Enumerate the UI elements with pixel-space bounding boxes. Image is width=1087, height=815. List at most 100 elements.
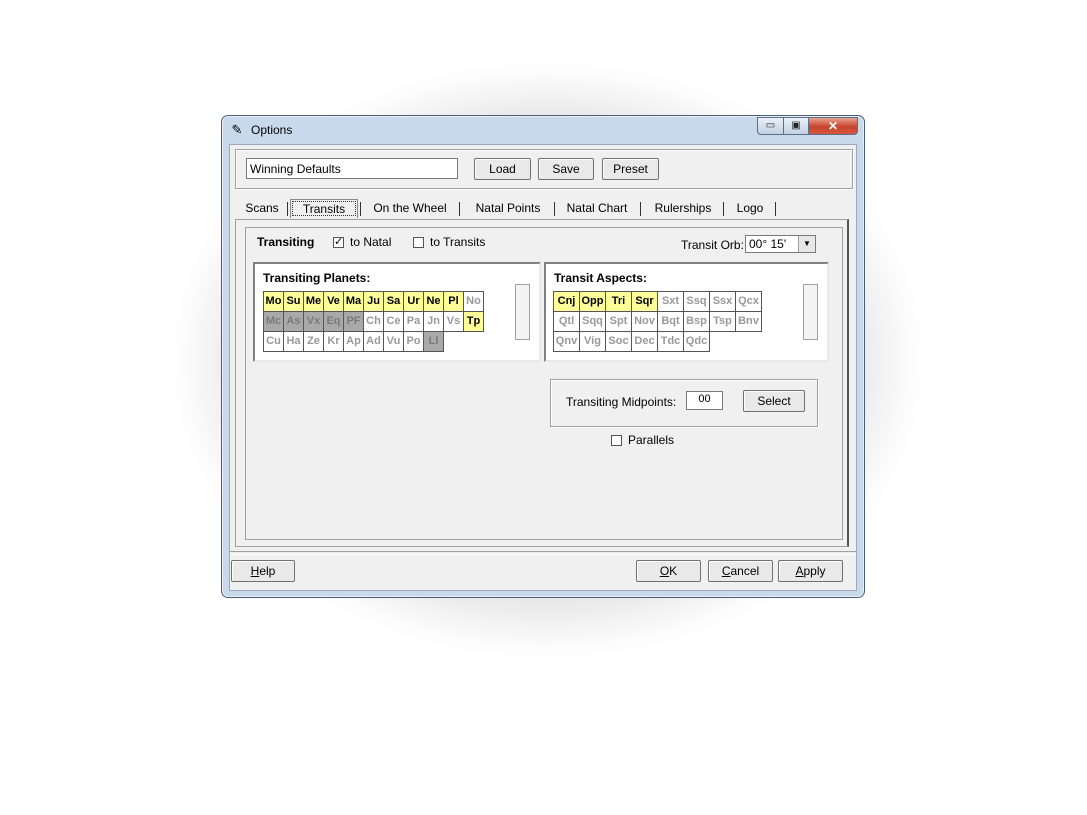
aspect-toggle-ssx[interactable]: Ssx	[709, 291, 736, 312]
tab-natal-points[interactable]: Natal Points	[469, 199, 547, 217]
planet-toggle-su[interactable]: Su	[283, 291, 304, 312]
to-natal-label[interactable]: to Natal	[350, 235, 391, 249]
aspect-toggle-opp[interactable]: Opp	[579, 291, 606, 312]
tab-separator	[554, 202, 555, 216]
apply-label: pply	[803, 564, 826, 578]
planet-toggle-ze[interactable]: Ze	[303, 331, 324, 352]
aspect-toggle-spt[interactable]: Spt	[605, 311, 632, 332]
planet-toggle-po[interactable]: Po	[403, 331, 424, 352]
aspect-toggle-cnj[interactable]: Cnj	[553, 291, 580, 312]
planet-toggle-jn[interactable]: Jn	[423, 311, 444, 332]
aspect-toggle-sqq[interactable]: Sqq	[579, 311, 606, 332]
tab-strip: Scans Transits On the Wheel Natal Points…	[243, 199, 843, 219]
planet-toggle-ch[interactable]: Ch	[363, 311, 384, 332]
maximize-icon: ▣	[791, 120, 801, 131]
aspect-toggle-qdc[interactable]: Qdc	[683, 331, 710, 352]
transiting-midpoints-input[interactable]: 00	[686, 391, 723, 410]
planet-toggle-kr[interactable]: Kr	[323, 331, 344, 352]
transiting-label: Transiting	[257, 235, 315, 249]
load-button[interactable]: Load	[474, 158, 531, 180]
aspect-toggle-bsp[interactable]: Bsp	[683, 311, 710, 332]
planet-toggle-as[interactable]: As	[283, 311, 304, 332]
aspect-toggle-tri[interactable]: Tri	[605, 291, 632, 312]
options-window: ✎ Options ▭ ▣ ✕ Load Save Preset Scans T…	[221, 115, 865, 598]
planet-toggle-tp[interactable]: Tp	[463, 311, 484, 332]
tab-rulerships[interactable]: Rulerships	[648, 199, 718, 217]
planet-toggle-cu[interactable]: Cu	[263, 331, 284, 352]
preset-button[interactable]: Preset	[602, 158, 659, 180]
tab-transits[interactable]: Transits	[290, 199, 358, 218]
aspect-toggle-tsp[interactable]: Tsp	[709, 311, 736, 332]
window-title: Options	[251, 123, 293, 137]
select-midpoints-button[interactable]: Select	[743, 390, 805, 412]
footer-divider	[230, 551, 856, 555]
aspect-toggle-qtl[interactable]: Qtl	[553, 311, 580, 332]
parallels-label[interactable]: Parallels	[628, 433, 674, 447]
aspects-scrollbar[interactable]	[803, 284, 818, 340]
maximize-button[interactable]: ▣	[783, 117, 809, 135]
tab-separator	[723, 202, 724, 216]
planet-toggle-sa[interactable]: Sa	[383, 291, 404, 312]
planet-toggle-ve[interactable]: Ve	[323, 291, 344, 312]
planet-toggle-no[interactable]: No	[463, 291, 484, 312]
transit-aspects-title: Transit Aspects:	[554, 271, 647, 285]
planet-toggle-ad[interactable]: Ad	[363, 331, 384, 352]
parallels-checkbox[interactable]	[611, 435, 622, 446]
planet-toggle-vs[interactable]: Vs	[443, 311, 464, 332]
aspect-toggle-bqt[interactable]: Bqt	[657, 311, 684, 332]
planet-toggle-ur[interactable]: Ur	[403, 291, 424, 312]
aspect-toggle-qcx[interactable]: Qcx	[735, 291, 762, 312]
tab-logo[interactable]: Logo	[730, 199, 770, 217]
cancel-button[interactable]: Cancel	[708, 560, 773, 582]
aspect-toggle-vig[interactable]: Vig	[579, 331, 606, 352]
to-transits-checkbox[interactable]	[413, 237, 424, 248]
minimize-button[interactable]: ▭	[757, 117, 784, 135]
planet-toggle-ap[interactable]: Ap	[343, 331, 364, 352]
title-bar[interactable]: ✎ Options ▭ ▣ ✕	[222, 116, 864, 144]
save-button[interactable]: Save	[538, 158, 594, 180]
to-transits-label[interactable]: to Transits	[430, 235, 485, 249]
planet-toggle-pa[interactable]: Pa	[403, 311, 424, 332]
planet-toggle-ha[interactable]: Ha	[283, 331, 304, 352]
apply-button[interactable]: Apply	[778, 560, 843, 582]
planet-toggle-ll[interactable]: Ll	[423, 331, 444, 352]
aspect-toggle-qnv[interactable]: Qnv	[553, 331, 580, 352]
planets-scrollbar[interactable]	[515, 284, 530, 340]
planet-toggle-me[interactable]: Me	[303, 291, 324, 312]
aspect-toggle-sxt[interactable]: Sxt	[657, 291, 684, 312]
check-icon: ✓	[334, 236, 344, 248]
aspect-toggle-ssq[interactable]: Ssq	[683, 291, 710, 312]
aspect-toggle-dec[interactable]: Dec	[631, 331, 658, 352]
planet-toggle-ju[interactable]: Ju	[363, 291, 384, 312]
aspect-toggle-soc[interactable]: Soc	[605, 331, 632, 352]
tab-natal-chart[interactable]: Natal Chart	[563, 199, 631, 217]
aspect-toggle-tdc[interactable]: Tdc	[657, 331, 684, 352]
tab-separator	[287, 202, 288, 216]
transit-aspects-box: Transit Aspects: Cnj Opp Tri Sqr Sxt Ssq Ssx Qc…	[544, 262, 829, 362]
planet-toggle-vx[interactable]: Vx	[303, 311, 324, 332]
apply-hotkey: A	[795, 564, 804, 578]
tab-on-the-wheel[interactable]: On the Wheel	[367, 199, 453, 217]
ok-button[interactable]: OK	[636, 560, 701, 582]
help-button[interactable]: Help	[231, 560, 295, 582]
aspect-toggle-bnv[interactable]: Bnv	[735, 311, 762, 332]
to-natal-checkbox[interactable]: ✓	[333, 237, 344, 248]
planet-toggle-ma[interactable]: Ma	[343, 291, 364, 312]
aspect-toggle-sqr[interactable]: Sqr	[631, 291, 658, 312]
planet-toggle-eq[interactable]: Eq	[323, 311, 344, 332]
tab-scans[interactable]: Scans	[243, 199, 281, 217]
planet-toggle-ne[interactable]: Ne	[423, 291, 444, 312]
aspect-toggle-nov[interactable]: Nov	[631, 311, 658, 332]
planet-toggle-vu[interactable]: Vu	[383, 331, 404, 352]
dropdown-arrow-icon[interactable]: ▼	[798, 236, 815, 252]
planet-toggle-mc[interactable]: Mc	[263, 311, 284, 332]
help-label: elp	[259, 564, 276, 578]
close-button[interactable]: ✕	[808, 117, 858, 135]
profile-name-input[interactable]	[246, 158, 458, 179]
planet-toggle-pf[interactable]: PF	[343, 311, 364, 332]
transit-orb-select[interactable]: 00° 15' ▼	[745, 235, 816, 253]
planet-toggle-mo[interactable]: Mo	[263, 291, 284, 312]
planet-toggle-pl[interactable]: Pl	[443, 291, 464, 312]
transiting-planets-box: Transiting Planets: Mo Su Me Ve Ma Ju Sa Ur Ne Pl…	[253, 262, 541, 362]
planet-toggle-ce[interactable]: Ce	[383, 311, 404, 332]
